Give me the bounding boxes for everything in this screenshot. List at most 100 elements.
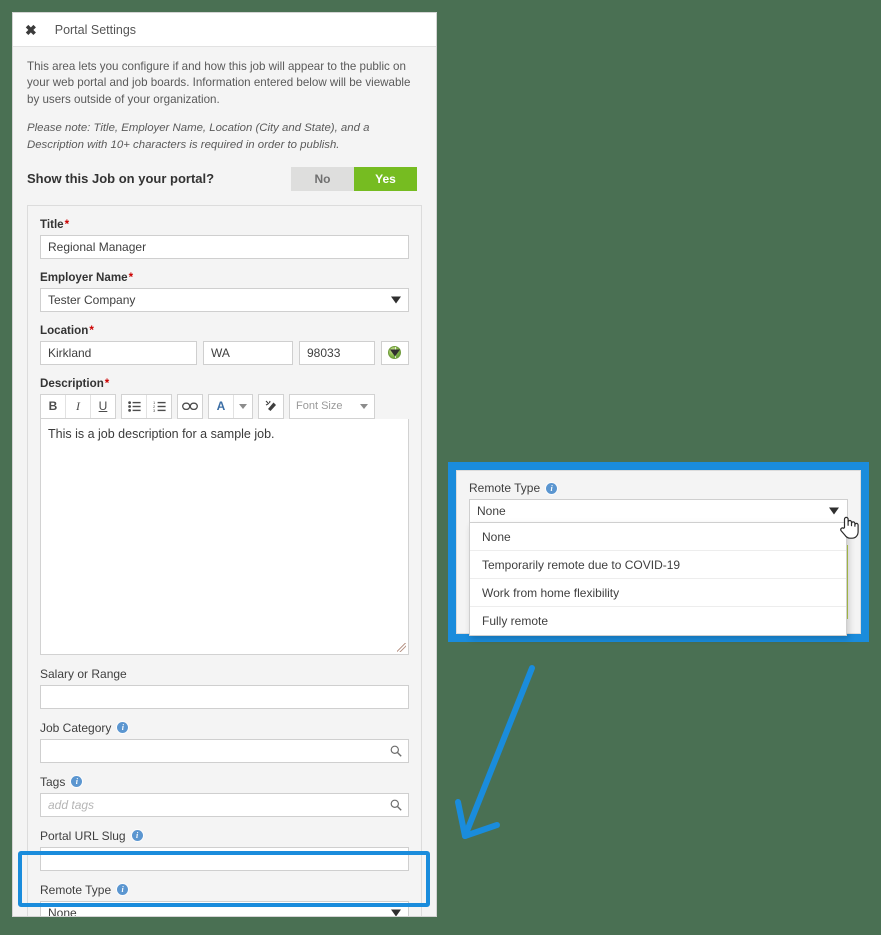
- rte-toolbar: B I U 1 2 3 A Font Size: [40, 393, 409, 419]
- callout-inner: Remote Type i None None Temporarily remo…: [456, 470, 861, 636]
- location-zip-input[interactable]: [299, 340, 375, 365]
- clear-formatting-icon[interactable]: [259, 394, 283, 418]
- title-label-text: Title: [40, 217, 64, 231]
- rte-group-link: [177, 393, 203, 419]
- title-required-marker: *: [64, 217, 70, 231]
- info-icon[interactable]: i: [546, 482, 558, 494]
- job-category-search-wrap: [40, 738, 409, 763]
- salary-label: Salary or Range: [40, 667, 409, 681]
- callout-remote-type-select[interactable]: None: [469, 499, 848, 523]
- bold-button[interactable]: B: [41, 394, 66, 418]
- salary-input[interactable]: [40, 684, 409, 709]
- page-title: Portal Settings: [54, 22, 137, 37]
- portal-settings-panel: ✖ Portal Settings This area lets you con…: [12, 12, 437, 917]
- caret-down-icon: [360, 403, 368, 409]
- show-on-portal-toggle[interactable]: No Yes: [291, 166, 417, 191]
- field-portal-url-slug: Portal URL Slug i: [40, 829, 409, 871]
- field-salary: Salary or Range: [40, 667, 409, 709]
- info-icon[interactable]: i: [117, 884, 129, 896]
- link-icon[interactable]: [178, 394, 202, 418]
- callout-remote-type-label: Remote Type i: [469, 481, 848, 495]
- callout-remote-type-value: None: [477, 504, 506, 518]
- title-input[interactable]: [40, 234, 409, 259]
- remote-type-select[interactable]: [40, 900, 409, 916]
- caret-down-icon: [239, 403, 247, 409]
- job-category-label: Job Category i: [40, 721, 409, 735]
- field-tags: Tags i: [40, 775, 409, 817]
- font-size-label: Font Size: [296, 400, 343, 413]
- annotation-arrow-icon: [455, 665, 535, 839]
- description-label: Description *: [40, 377, 409, 390]
- field-description: Description * B I U 1 2 3 A Font Size Th…: [40, 377, 409, 655]
- location-country-select[interactable]: [381, 340, 409, 365]
- field-remote-type: Remote Type i: [40, 883, 409, 916]
- bullet-list-glyph: [127, 400, 141, 412]
- font-color-caret-icon[interactable]: [234, 394, 252, 418]
- location-label: Location *: [40, 324, 409, 337]
- remote-type-callout: Remote Type i None None Temporarily remo…: [448, 462, 869, 642]
- remote-type-select-wrap[interactable]: [40, 900, 409, 916]
- employer-name-label-text: Employer Name: [40, 270, 128, 284]
- field-location: Location *: [40, 324, 409, 365]
- link-glyph: [182, 402, 198, 410]
- description-required-marker: *: [104, 376, 110, 390]
- italic-button[interactable]: I: [66, 394, 91, 418]
- dropdown-option-work-from-home[interactable]: Work from home flexibility: [470, 579, 846, 607]
- dropdown-option-fully-remote[interactable]: Fully remote: [470, 607, 846, 635]
- employer-name-select-wrap[interactable]: [40, 287, 409, 312]
- info-icon[interactable]: i: [71, 776, 83, 788]
- remote-type-label-text: Remote Type: [40, 882, 112, 897]
- employer-name-label: Employer Name *: [40, 271, 409, 284]
- field-title: Title *: [40, 218, 409, 259]
- location-state-input[interactable]: [203, 340, 293, 365]
- dropdown-option-temporarily-remote[interactable]: Temporarily remote due to COVID-19: [470, 551, 846, 579]
- bullet-list-icon[interactable]: [122, 394, 147, 418]
- location-row: [40, 340, 409, 365]
- info-icon[interactable]: i: [131, 830, 143, 842]
- toggle-no-button[interactable]: No: [291, 166, 354, 191]
- intro-paragraph: This area lets you configure if and how …: [27, 60, 411, 106]
- toggle-yes-button[interactable]: Yes: [354, 166, 417, 191]
- tags-input[interactable]: [40, 792, 409, 817]
- field-employer-name: Employer Name *: [40, 271, 409, 312]
- title-label: Title *: [40, 218, 409, 231]
- field-job-category: Job Category i: [40, 721, 409, 763]
- callout-remote-type-label-text: Remote Type: [469, 481, 541, 495]
- portal-url-slug-input[interactable]: [40, 846, 409, 871]
- rte-group-font-color: A: [208, 393, 253, 419]
- employer-name-select[interactable]: [40, 287, 409, 312]
- portal-url-slug-label-text: Portal URL Slug: [40, 828, 126, 843]
- description-editor[interactable]: This is a job description for a sample j…: [40, 418, 409, 655]
- numbered-list-glyph: 1 2 3: [153, 401, 166, 412]
- show-on-portal-row: Show this Job on your portal? No Yes: [27, 166, 422, 191]
- underline-button[interactable]: U: [91, 394, 115, 418]
- employer-name-required-marker: *: [128, 270, 134, 284]
- dropdown-option-none[interactable]: None: [470, 523, 846, 551]
- pointer-hand-cursor-icon: [840, 516, 859, 539]
- tags-label-text: Tags: [40, 774, 66, 789]
- font-size-select[interactable]: Font Size: [289, 393, 375, 419]
- portal-url-slug-label: Portal URL Slug i: [40, 829, 409, 843]
- location-city-input[interactable]: [40, 340, 197, 365]
- clear-formatting-glyph: [265, 400, 276, 412]
- resize-handle-icon[interactable]: [397, 642, 406, 652]
- description-label-text: Description: [40, 376, 104, 390]
- location-label-text: Location: [40, 323, 89, 337]
- svg-text:3: 3: [153, 408, 156, 412]
- rte-group-lists: 1 2 3: [121, 393, 172, 419]
- location-required-marker: *: [89, 323, 94, 337]
- close-x-icon[interactable]: ✖: [25, 23, 37, 37]
- numbered-list-icon[interactable]: 1 2 3: [147, 394, 171, 418]
- remote-type-dropdown-list[interactable]: None Temporarily remote due to COVID-19 …: [469, 522, 847, 636]
- job-category-input[interactable]: [40, 738, 409, 763]
- remote-type-label: Remote Type i: [40, 883, 409, 897]
- tags-search-wrap: [40, 792, 409, 817]
- portal-form: Title* Employer Name* Location*: [27, 204, 422, 916]
- info-icon[interactable]: i: [117, 722, 129, 734]
- globe-icon: [388, 346, 401, 360]
- description-text: This is a job description for a sample j…: [48, 426, 275, 441]
- panel-body: This area lets you configure if and how …: [13, 47, 436, 916]
- intro-note: Please note: Title, Employer Name, Locat…: [27, 122, 370, 151]
- show-on-portal-label: Show this Job on your portal?: [27, 171, 215, 187]
- font-color-button[interactable]: A: [209, 394, 234, 418]
